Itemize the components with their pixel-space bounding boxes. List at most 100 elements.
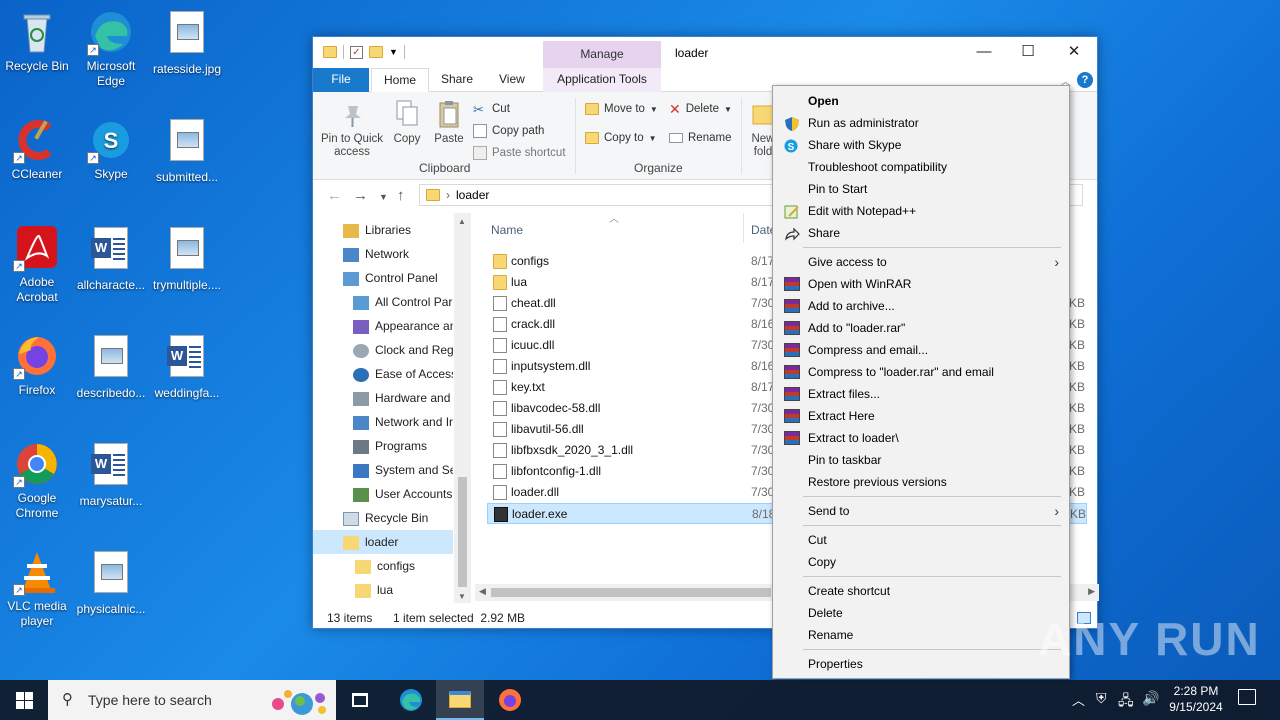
breadcrumb-loader[interactable]: loader xyxy=(456,188,489,202)
menu-item-properties[interactable]: Properties xyxy=(775,653,1067,675)
nav-item-system-security[interactable]: System and Se xyxy=(313,458,453,482)
desktop-icon-chrome[interactable]: ↗ Google Chrome xyxy=(0,440,74,521)
tab-share[interactable]: Share xyxy=(429,68,485,92)
menu-item-run-as-admin[interactable]: Run as administrator xyxy=(775,112,1067,134)
rename-button[interactable]: Rename xyxy=(669,129,731,147)
menu-item-delete[interactable]: Delete xyxy=(775,602,1067,624)
minimize-button[interactable]: — xyxy=(961,37,1007,68)
tab-file[interactable]: File xyxy=(313,68,369,92)
notifications-icon[interactable] xyxy=(1238,689,1256,705)
taskbar-explorer-button[interactable] xyxy=(436,680,484,720)
desktop-icon-describedo-file[interactable]: describedo... xyxy=(74,332,148,401)
forward-arrow-icon[interactable]: → xyxy=(353,187,368,204)
nav-item-configs[interactable]: configs xyxy=(313,554,453,578)
column-header-name[interactable]: Name xyxy=(491,223,523,237)
menu-item-copy[interactable]: Copy xyxy=(775,551,1067,573)
up-arrow-icon[interactable]: ↑ xyxy=(397,187,405,204)
properties-icon[interactable]: ✓ xyxy=(350,45,363,59)
desktop-icon-physicalnic-file[interactable]: physicalnic... xyxy=(74,548,148,617)
taskbar-edge-button[interactable] xyxy=(386,680,434,720)
copy-button[interactable]: Copy xyxy=(389,98,425,146)
menu-item-give-access[interactable]: Give access to › xyxy=(775,251,1067,273)
menu-item-pin-start[interactable]: Pin to Start xyxy=(775,178,1067,200)
menu-item-compress-loader-email[interactable]: Compress to "loader.rar" and email xyxy=(775,361,1067,383)
nav-item-recycle-bin[interactable]: Recycle Bin xyxy=(313,506,453,530)
scrollbar-thumb[interactable] xyxy=(458,477,467,587)
nav-item-network[interactable]: Network xyxy=(313,242,453,266)
nav-item-loader[interactable]: loader xyxy=(313,530,453,554)
menu-item-compress-email[interactable]: Compress and email... xyxy=(775,339,1067,361)
network-icon[interactable]: 🖧 xyxy=(1118,690,1134,714)
nav-item-libraries[interactable]: Libraries xyxy=(313,218,453,242)
desktop-icon-skype[interactable]: S ↗ Skype xyxy=(74,116,148,182)
scroll-right-icon[interactable]: ▶ xyxy=(1088,586,1095,597)
security-tray-icon[interactable]: ⛨ xyxy=(1096,690,1107,707)
taskbar-clock[interactable]: 2:28 PM 9/15/2024 xyxy=(1166,683,1226,715)
menu-item-restore-versions[interactable]: Restore previous versions xyxy=(775,471,1067,493)
menu-item-extract-here[interactable]: Extract Here xyxy=(775,405,1067,427)
show-hidden-icons-icon[interactable]: ︿ xyxy=(1072,690,1085,709)
scroll-down-icon[interactable]: ▼ xyxy=(458,592,466,601)
tab-view[interactable]: View xyxy=(487,68,537,92)
menu-item-share[interactable]: Share xyxy=(775,222,1067,244)
taskbar-firefox-button[interactable] xyxy=(486,680,534,720)
maximize-button[interactable]: ☐ xyxy=(1005,37,1051,68)
pin-quick-access-button[interactable]: Pin to Quick access xyxy=(319,98,385,159)
desktop-icon-marysatur-doc[interactable]: W marysatur... xyxy=(74,440,148,509)
menu-item-cut[interactable]: Cut xyxy=(775,529,1067,551)
taskbar-search-box[interactable]: ⚲ Type here to search xyxy=(48,680,336,720)
scroll-left-icon[interactable]: ◀ xyxy=(479,586,486,597)
nav-item-hardware[interactable]: Hardware and xyxy=(313,386,453,410)
menu-item-edit-notepadpp[interactable]: Edit with Notepad++ xyxy=(775,200,1067,222)
help-icon[interactable]: ? xyxy=(1077,72,1093,88)
nav-item-clock-region[interactable]: Clock and Regi xyxy=(313,338,453,362)
menu-item-open[interactable]: Open xyxy=(775,90,1067,112)
delete-button[interactable]: ✕ Delete ▼ xyxy=(669,100,732,118)
nav-item-user-accounts[interactable]: User Accounts xyxy=(313,482,453,506)
desktop-icon-edge[interactable]: ↗ Microsoft Edge xyxy=(74,8,148,89)
menu-item-add-archive[interactable]: Add to archive... xyxy=(775,295,1067,317)
tab-application-tools[interactable]: Application Tools xyxy=(543,68,661,92)
menu-item-share-skype[interactable]: S Share with Skype xyxy=(775,134,1067,156)
chevron-down-icon[interactable]: ▼ xyxy=(389,47,398,57)
desktop-icon-firefox[interactable]: ↗ Firefox xyxy=(0,332,74,398)
copy-to-button[interactable]: Copy to ▼ xyxy=(585,129,657,147)
desktop-icon-recycle-bin[interactable]: Recycle Bin xyxy=(0,8,74,74)
recent-chevron-icon[interactable]: ▼ xyxy=(379,192,388,202)
close-button[interactable]: ✕ xyxy=(1051,37,1097,68)
menu-item-extract-files[interactable]: Extract files... xyxy=(775,383,1067,405)
desktop-icon-acrobat[interactable]: ↗ Adobe Acrobat xyxy=(0,224,74,305)
copy-path-button[interactable]: Copy path xyxy=(473,122,544,140)
menu-item-pin-taskbar[interactable]: Pin to taskbar xyxy=(775,449,1067,471)
tab-home[interactable]: Home xyxy=(371,68,430,92)
scroll-up-icon[interactable]: ▲ xyxy=(458,217,466,226)
nav-scrollbar[interactable]: ▲ ▼ xyxy=(454,213,471,603)
title-bar[interactable]: ✓ ▼ Manage loader — ☐ ✕ xyxy=(313,37,1097,68)
nav-item-appearance[interactable]: Appearance an xyxy=(313,314,453,338)
nav-item-lua[interactable]: lua xyxy=(313,578,453,602)
menu-item-create-shortcut[interactable]: Create shortcut xyxy=(775,580,1067,602)
volume-icon[interactable]: 🔊 xyxy=(1142,690,1159,707)
menu-item-open-winrar[interactable]: Open with WinRAR xyxy=(775,273,1067,295)
new-folder-icon[interactable] xyxy=(369,46,383,58)
menu-item-send-to[interactable]: Send to › xyxy=(775,500,1067,522)
menu-item-extract-to-loader[interactable]: Extract to loader\ xyxy=(775,427,1067,449)
desktop-icon-submitted-file[interactable]: submitted... xyxy=(150,116,224,185)
paste-shortcut-button[interactable]: Paste shortcut xyxy=(473,144,566,162)
back-arrow-icon[interactable]: ← xyxy=(327,187,342,204)
nav-item-programs[interactable]: Programs xyxy=(313,434,453,458)
tab-manage[interactable]: Manage xyxy=(543,41,661,68)
menu-item-add-loader-rar[interactable]: Add to "loader.rar" xyxy=(775,317,1067,339)
nav-item-all-control-panel[interactable]: All Control Par xyxy=(313,290,453,314)
nav-item-network-internet[interactable]: Network and Ir xyxy=(313,410,453,434)
desktop-icon-trymultiple-file[interactable]: trymultiple.... xyxy=(150,224,224,293)
nav-item-ease-of-access[interactable]: Ease of Access xyxy=(313,362,453,386)
nav-item-control-panel[interactable]: Control Panel xyxy=(313,266,453,290)
menu-item-rename[interactable]: Rename xyxy=(775,624,1067,646)
desktop-icon-vlc[interactable]: ↗ VLC media player xyxy=(0,548,74,629)
scrollbar-thumb[interactable] xyxy=(491,588,771,597)
desktop-icon-ccleaner[interactable]: ↗ CCleaner xyxy=(0,116,74,182)
desktop-icon-jpg-file[interactable]: ratesside.jpg xyxy=(150,8,224,77)
menu-item-troubleshoot[interactable]: Troubleshoot compatibility xyxy=(775,156,1067,178)
desktop-icon-weddingfa-doc[interactable]: W weddingfa... xyxy=(150,332,224,401)
